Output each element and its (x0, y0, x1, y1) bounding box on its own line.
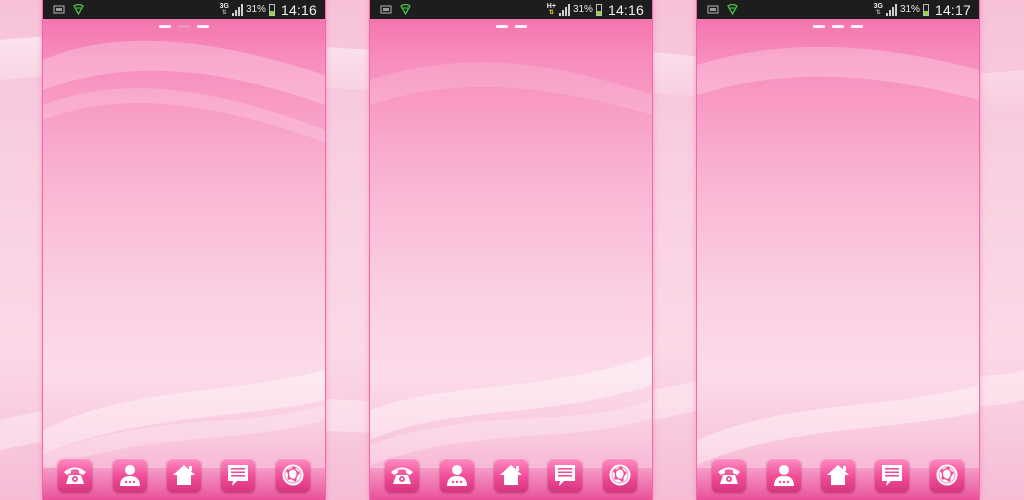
messages-app[interactable] (875, 458, 910, 492)
network-indicator: 3G ⇅ (874, 3, 883, 16)
status-bar: H+ ⇅ 31% 14:16 (370, 0, 652, 19)
network-indicator: H+ ⇅ (547, 3, 556, 16)
home-app[interactable] (493, 458, 528, 492)
browser-app[interactable] (275, 458, 310, 492)
home-app[interactable] (166, 458, 201, 492)
battery-icon (595, 3, 602, 16)
signal-icon (558, 3, 570, 16)
status-clock: 14:16 (607, 1, 644, 18)
contacts-icon (446, 465, 467, 486)
signal-icon (231, 3, 243, 16)
battery-icon (922, 3, 929, 16)
home-icon (826, 465, 849, 485)
screenshot-icon (707, 5, 719, 14)
status-clock: 14:16 (280, 1, 317, 18)
battery-icon (268, 3, 275, 16)
wallpaper-wave (697, 46, 979, 465)
phone-app[interactable] (712, 458, 747, 492)
page-dot (813, 25, 825, 28)
wallpaper-wave (43, 40, 325, 470)
phone-icon (391, 467, 414, 484)
battery-percent: 31% (572, 4, 593, 15)
home-screen-1[interactable]: 3G ⇅ 31% 14:16 (43, 0, 325, 500)
network-indicator: 3G ⇅ (220, 3, 229, 16)
messages-icon (882, 465, 903, 486)
page-dot (159, 25, 171, 28)
app-dock (697, 458, 979, 492)
messages-icon (228, 465, 249, 486)
shield-icon (727, 4, 738, 15)
page-dot-active (178, 25, 190, 28)
page-indicator (43, 25, 325, 28)
wallpaper-wave (370, 62, 652, 465)
page-indicator (370, 25, 652, 28)
shield-icon (73, 4, 84, 15)
browser-icon (936, 464, 958, 486)
status-bar: 3G ⇅ 31% 14:16 (43, 0, 325, 19)
page-dot (851, 25, 863, 28)
home-app[interactable] (820, 458, 855, 492)
messages-icon (555, 465, 576, 486)
page-indicator (697, 25, 979, 28)
messages-app[interactable] (221, 458, 256, 492)
network-type: 3G (873, 3, 883, 10)
page-dot (197, 25, 209, 28)
home-screen-2[interactable]: H+ ⇅ 31% 14:16 (370, 0, 652, 500)
status-clock: 14:17 (934, 1, 971, 18)
home-icon (499, 465, 522, 485)
status-bar: 3G ⇅ 31% 14:17 (697, 0, 979, 19)
home-screen-3[interactable]: 3G ⇅ 31% 14:17 (697, 0, 979, 500)
page-dot (514, 25, 527, 28)
screenshot-icon (53, 5, 65, 14)
battery-percent: 31% (899, 4, 920, 15)
browser-app[interactable] (929, 458, 964, 492)
browser-icon (282, 464, 304, 486)
phone-icon (718, 467, 741, 484)
network-type: 3G (219, 3, 229, 10)
page-dot (832, 25, 844, 28)
contacts-app[interactable] (112, 458, 147, 492)
phone-app[interactable] (385, 458, 420, 492)
contacts-app[interactable] (439, 458, 474, 492)
shield-icon (400, 4, 411, 15)
contacts-icon (119, 465, 140, 486)
screenshot-icon (380, 5, 392, 14)
browser-app[interactable] (602, 458, 637, 492)
browser-icon (609, 464, 631, 486)
battery-percent: 31% (245, 4, 266, 15)
app-dock (43, 458, 325, 492)
data-arrows-icon: ⇅ (875, 10, 881, 16)
data-arrows-icon: ⇅ (221, 10, 227, 16)
app-dock (370, 458, 652, 492)
contacts-icon (773, 465, 794, 486)
signal-icon (885, 3, 897, 16)
phone-icon (64, 467, 87, 484)
home-icon (172, 465, 195, 485)
data-arrows-icon: ⇅ (548, 10, 554, 16)
page-dot (495, 25, 508, 28)
messages-app[interactable] (548, 458, 583, 492)
contacts-app[interactable] (766, 458, 801, 492)
network-type: H+ (546, 3, 556, 10)
phone-app[interactable] (58, 458, 93, 492)
